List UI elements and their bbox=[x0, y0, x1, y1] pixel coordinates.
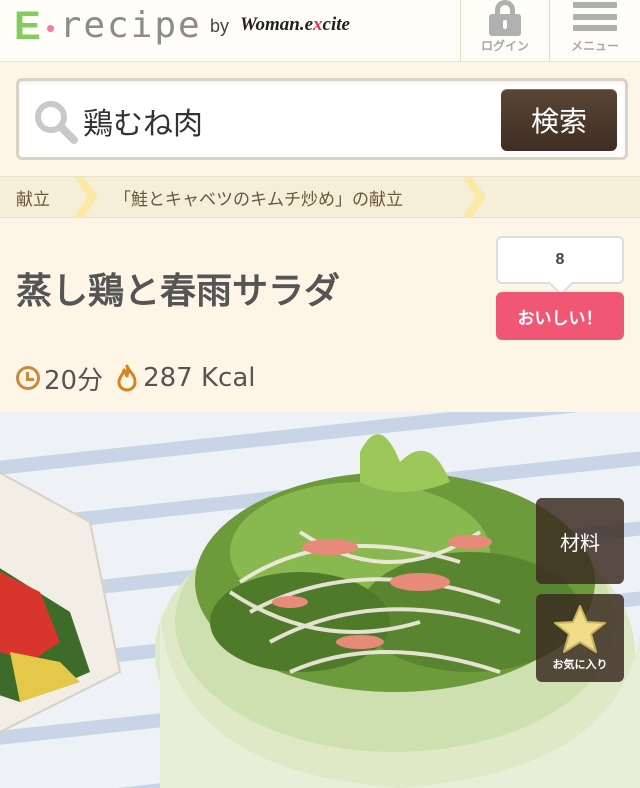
like-count: 8 bbox=[496, 236, 624, 284]
brand-logo-part-b: cite bbox=[322, 14, 350, 35]
brand-logo[interactable]: Woman.excite bbox=[240, 14, 350, 36]
ingredients-button[interactable]: 材料 bbox=[536, 498, 624, 584]
login-label: ログイン bbox=[480, 39, 529, 53]
recipe-title: 蒸し鶏と春雨サラダ bbox=[16, 271, 341, 312]
site-logo[interactable]: E recipe bbox=[14, 6, 202, 46]
fire-icon bbox=[117, 364, 137, 392]
site-header: E recipe by Woman.excite ログイン メニュー bbox=[0, 0, 640, 62]
like-button[interactable]: おいしい！ bbox=[496, 292, 624, 340]
search-icon bbox=[35, 101, 78, 144]
breadcrumb-item-current[interactable]: 「鮭とキャベツのキムチ炒め」の献立 bbox=[114, 177, 403, 217]
calories: 287 Kcal bbox=[143, 363, 256, 393]
star-icon bbox=[554, 605, 606, 653]
menu-button[interactable]: メニュー bbox=[550, 0, 640, 62]
recipe-meta: 20分 287 Kcal bbox=[16, 360, 256, 396]
brand-logo-x: x bbox=[313, 14, 323, 35]
lock-icon bbox=[485, 0, 525, 36]
menu-icon bbox=[573, 0, 617, 33]
search-bar: 鶏むね肉 検索 bbox=[16, 78, 628, 160]
favorite-button[interactable]: お気に入り bbox=[536, 594, 624, 682]
recipe-photo: 材料 お気に入り bbox=[0, 412, 640, 788]
logo-letter: E bbox=[14, 4, 41, 48]
breadcrumb-item-menu[interactable]: 献立 bbox=[16, 177, 50, 217]
brand-logo-part-a: Woman.e bbox=[240, 14, 314, 35]
search-button[interactable]: 検索 bbox=[501, 89, 617, 151]
logo-word: recipe bbox=[59, 5, 202, 46]
breadcrumb-separator-icon bbox=[462, 177, 486, 217]
ingredients-label: 材料 bbox=[560, 530, 600, 555]
page: E recipe by Woman.excite ログイン メニュー 鶏むね肉 … bbox=[0, 0, 640, 788]
breadcrumb: 献立 「鮭とキャベツのキムチ炒め」の献立 bbox=[0, 176, 640, 218]
login-button[interactable]: ログイン bbox=[461, 0, 549, 62]
search-input[interactable]: 鶏むね肉 bbox=[83, 99, 203, 143]
menu-label: メニュー bbox=[570, 39, 619, 53]
logo-by: by bbox=[210, 16, 230, 36]
clock-icon bbox=[16, 366, 40, 390]
favorite-label: お気に入り bbox=[552, 658, 608, 671]
logo-dot bbox=[46, 24, 54, 32]
breadcrumb-separator-icon bbox=[74, 177, 98, 217]
cooking-time: 20分 bbox=[44, 365, 104, 396]
